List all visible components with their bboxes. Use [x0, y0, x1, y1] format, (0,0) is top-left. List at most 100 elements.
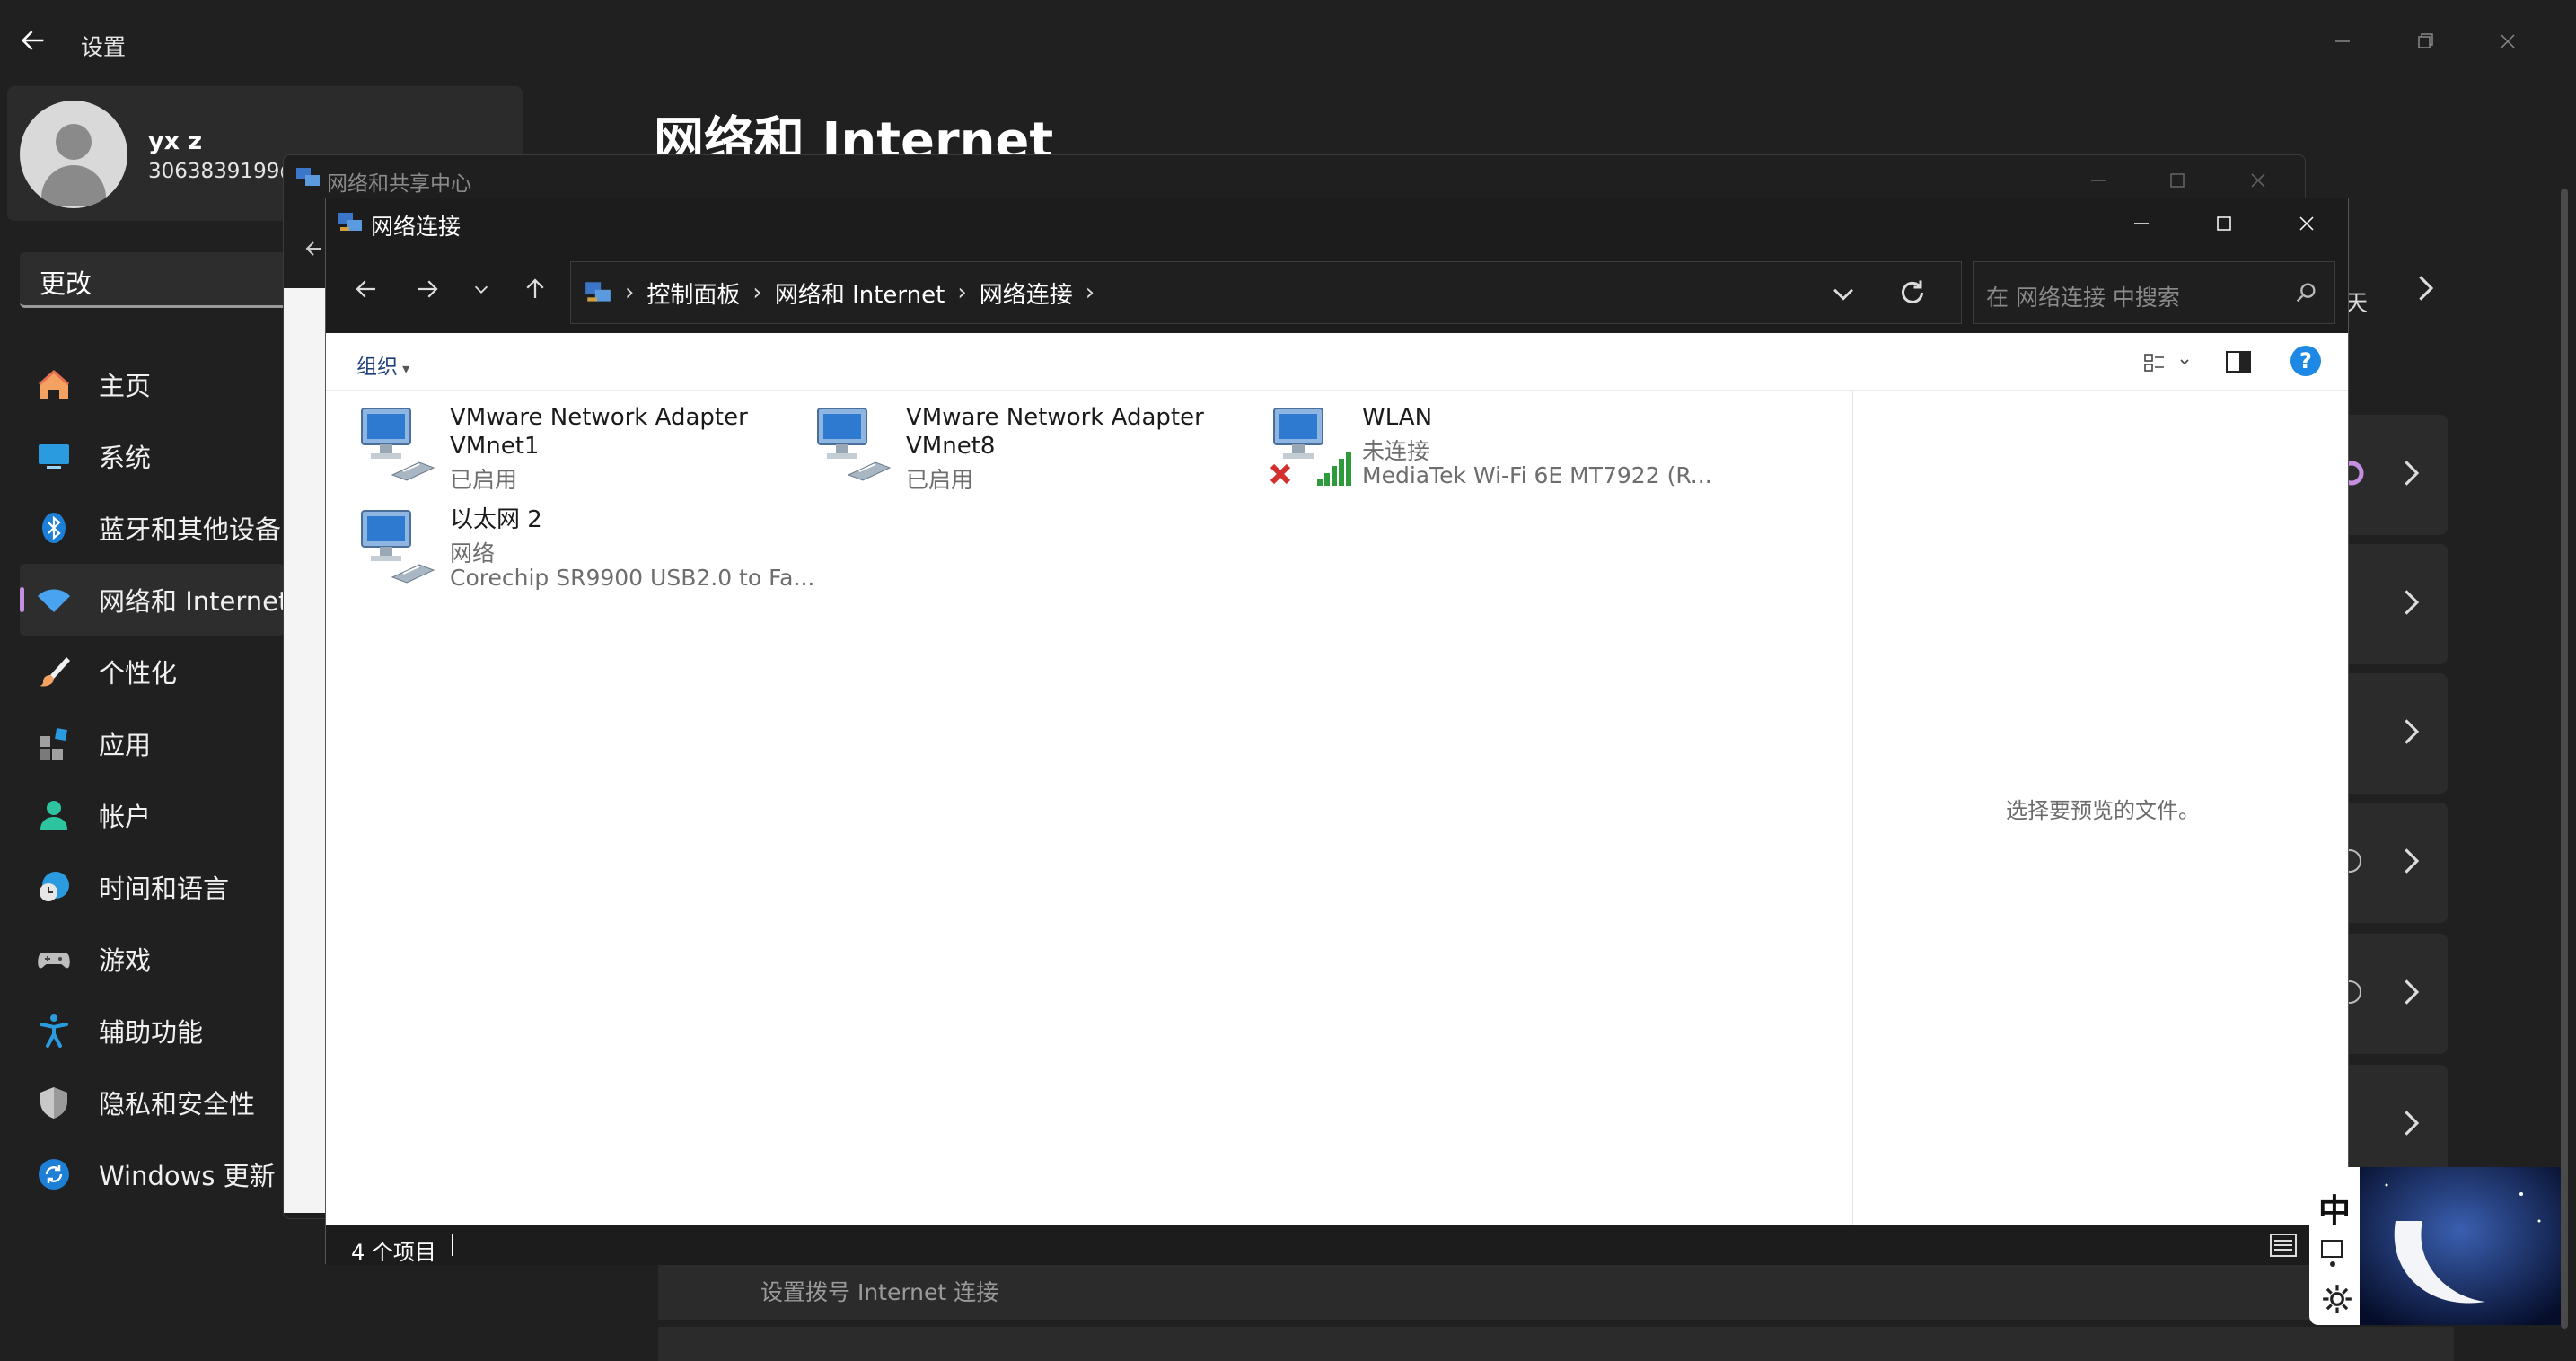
- ime-skin-image: [2360, 1167, 2561, 1325]
- sidebar-item-label: 个性化: [99, 658, 178, 689]
- sidebar-item-personalization[interactable]: 个性化: [20, 636, 285, 707]
- organize-menu[interactable]: 组织: [356, 349, 409, 380]
- sidebar-item-apps[interactable]: 应用: [20, 707, 285, 779]
- chevron-right-icon: [2405, 1111, 2420, 1136]
- address-bar[interactable]: › 控制面板 › 网络和 Internet › 网络连接 ›: [570, 261, 1962, 324]
- item-status: 网络: [450, 540, 496, 566]
- ime-punctuation-icon[interactable]: [2320, 1239, 2347, 1269]
- chevron-down-icon[interactable]: [1828, 278, 1859, 309]
- close-button[interactable]: [2231, 162, 2285, 198]
- preview-pane-icon[interactable]: [2224, 347, 2253, 376]
- navigation-toolbar: › 控制面板 › 网络和 Internet › 网络连接 › 在 网络连接 中搜…: [326, 249, 2348, 329]
- connections-list: VMware Network Adapter VMnet1 已启用 VMware…: [326, 391, 1852, 1225]
- accessibility-icon: [36, 1013, 72, 1049]
- settings-row-partial[interactable]: [658, 1327, 2454, 1361]
- settings-card[interactable]: [2338, 934, 2448, 1054]
- sidebar-item-label: 网络和 Internet: [99, 586, 289, 617]
- network-adapter-icon: [361, 408, 435, 481]
- list-item[interactable]: VMware Network Adapter VMnet8 已启用: [813, 403, 1262, 502]
- dialup-setting-label: 设置拨号 Internet 连接: [760, 1279, 999, 1305]
- up-button[interactable]: [514, 268, 556, 310]
- breadcrumb-network-internet[interactable]: 网络和 Internet: [775, 277, 945, 310]
- sidebar-item-label: 蓝牙和其他设备: [99, 514, 282, 545]
- settings-card[interactable]: [2338, 803, 2448, 923]
- settings-card[interactable]: [2339, 415, 2448, 535]
- settings-title: 设置: [81, 34, 127, 60]
- settings-window-controls: [2301, 13, 2549, 70]
- user-id: 3063839199@: [148, 160, 301, 183]
- search-input[interactable]: 在 网络连接 中搜索: [1973, 261, 2335, 324]
- list-item[interactable]: WLAN 未连接 MediaTek Wi-Fi 6E MT7922 (R...: [1269, 403, 1718, 502]
- minimize-button[interactable]: [2071, 162, 2125, 198]
- sidebar-item-bluetooth[interactable]: 蓝牙和其他设备: [20, 492, 285, 564]
- wireless-adapter-icon: [1270, 408, 1351, 486]
- sidebar-item-time-language[interactable]: 时间和语言: [20, 851, 285, 923]
- shield-icon: [36, 1084, 72, 1120]
- recent-locations-button[interactable]: [461, 268, 502, 310]
- restore-button[interactable]: [2384, 13, 2466, 70]
- title-bar[interactable]: 网络连接: [326, 198, 2348, 249]
- item-status: 未连接: [1362, 438, 1430, 464]
- maximize-button[interactable]: [2183, 198, 2265, 249]
- sidebar-item-network[interactable]: 网络和 Internet: [20, 564, 289, 636]
- network-adapter-icon: [361, 510, 435, 584]
- sharing-center-pane: [284, 288, 329, 1213]
- gear-icon[interactable]: [2320, 1282, 2354, 1316]
- settings-scrollbar[interactable]: [2561, 189, 2568, 1329]
- close-button[interactable]: [2265, 198, 2348, 249]
- wifi-icon: [36, 582, 72, 618]
- arrow-right-icon: [418, 280, 438, 298]
- minimize-button[interactable]: [2100, 198, 2183, 249]
- sidebar-item-accessibility[interactable]: 辅助功能: [20, 995, 285, 1067]
- change-view-icon[interactable]: [2141, 347, 2195, 376]
- chevron-right-icon: [2405, 590, 2420, 615]
- help-icon[interactable]: ?: [2290, 346, 2321, 376]
- search-text: 更改: [40, 268, 92, 299]
- sidebar-item-system[interactable]: 系统: [20, 420, 285, 492]
- settings-card[interactable]: [2347, 673, 2448, 794]
- item-count: 4 个项目: [351, 1240, 436, 1265]
- chevron-right-icon: [2405, 719, 2420, 744]
- person-icon: [36, 797, 72, 833]
- settings-card[interactable]: [2347, 544, 2448, 664]
- details-view-icon[interactable]: [2269, 1233, 2298, 1258]
- network-connections-window: 网络连接 › 控制面板 › 网络和 Internet › 网络连接 › 在 网络…: [325, 198, 2349, 1265]
- user-name: yx z: [148, 127, 203, 155]
- close-button[interactable]: [2466, 13, 2549, 70]
- chevron-right-icon[interactable]: [2412, 269, 2439, 307]
- forward-button[interactable]: [407, 268, 448, 310]
- refresh-icon[interactable]: [1896, 277, 1929, 309]
- arrow-left-icon: [356, 280, 375, 298]
- back-button[interactable]: [346, 268, 387, 310]
- item-name: 以太网 2: [450, 506, 542, 533]
- breadcrumb-network-connections[interactable]: 网络连接: [980, 277, 1073, 310]
- back-arrow-icon[interactable]: [303, 238, 325, 259]
- network-center-icon: [296, 168, 320, 186]
- avatar[interactable]: [20, 101, 127, 208]
- network-connections-icon: [338, 213, 362, 231]
- back-arrow-icon[interactable]: [18, 25, 48, 56]
- sidebar-item-label: 游戏: [99, 945, 152, 976]
- home-icon: [36, 366, 72, 402]
- sidebar-item-label: 系统: [99, 443, 152, 473]
- list-item[interactable]: 以太网 2 网络 Corechip SR9900 USB2.0 to Fa...: [356, 505, 814, 604]
- ime-mode-indicator[interactable]: 中: [2318, 1185, 2351, 1232]
- dialup-setting-row[interactable]: 设置拨号 Internet 连接: [658, 1257, 2454, 1320]
- maximize-button[interactable]: [2150, 162, 2204, 198]
- settings-search-input[interactable]: 更改: [20, 252, 289, 308]
- breadcrumb-control-panel[interactable]: 控制面板: [646, 277, 740, 310]
- sidebar-item-windows-update[interactable]: Windows 更新: [20, 1138, 285, 1210]
- minimize-button[interactable]: [2301, 13, 2384, 70]
- refresh-icon: [36, 1156, 72, 1192]
- list-item[interactable]: VMware Network Adapter VMnet1 已启用: [356, 403, 805, 502]
- arrow-up-icon: [526, 278, 544, 298]
- sidebar-item-gaming[interactable]: 游戏: [20, 923, 285, 995]
- ime-toolbar[interactable]: 中: [2309, 1167, 2367, 1325]
- sidebar-item-accounts[interactable]: 帐户: [20, 779, 285, 851]
- chevron-right-icon: [2405, 461, 2420, 486]
- sidebar-item-privacy[interactable]: 隐私和安全性: [20, 1067, 285, 1138]
- sidebar-item-label: 应用: [99, 730, 152, 760]
- globe-clock-icon: [36, 869, 72, 905]
- sidebar-item-home[interactable]: 主页: [20, 348, 285, 420]
- item-device: Corechip SR9900 USB2.0 to Fa...: [450, 565, 815, 591]
